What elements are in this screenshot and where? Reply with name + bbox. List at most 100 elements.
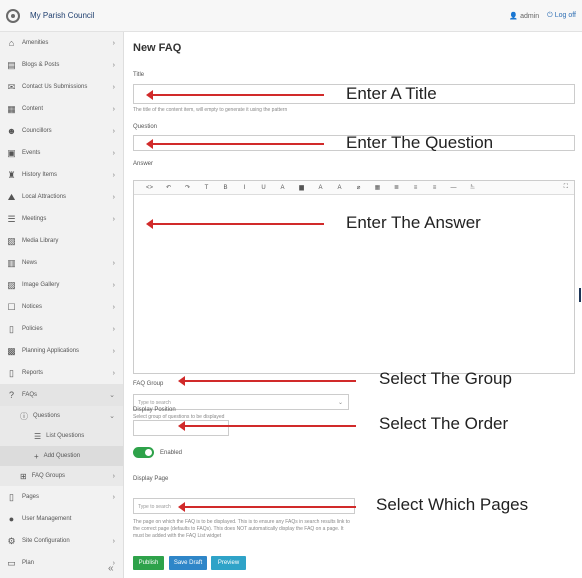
display-page-placeholder: Type to search (138, 504, 171, 510)
site-logo-icon[interactable] (6, 8, 20, 23)
pages-arrow (178, 502, 356, 512)
chevron-right-icon: › (112, 193, 115, 201)
publish-button[interactable]: Publish (133, 556, 164, 570)
sidebar-item-media[interactable]: ▧ Media Library (0, 230, 123, 252)
display-page-help: The page on which the FAQ is to be displ… (133, 519, 350, 539)
sidebar-item-list-questions[interactable]: ☰ List Questions (0, 426, 123, 446)
display-page-label: Display Page (133, 476, 169, 482)
groups-icon: ⊞ (20, 471, 27, 481)
sidebar-item-label: History Items (22, 172, 58, 178)
sidebar: ⌂ Amenities › ▤ Blogs & Posts › ✉ Contact Us … (0, 32, 124, 578)
bold-icon[interactable]: B (216, 185, 235, 191)
paragraph-format-icon[interactable]: T (197, 185, 216, 191)
site-title[interactable]: My Parish Council (30, 11, 94, 20)
sidebar-item-label: Add Question (43, 453, 81, 459)
sidebar-item-attractions[interactable]: ⛰ Local Attractions › (0, 186, 123, 208)
sidebar-item-config[interactable]: ⚙ Site Configuration › (0, 530, 123, 552)
content-icon: ▦ (7, 103, 16, 114)
news-icon: ▥ (7, 257, 16, 268)
chevron-down-icon: ⌄ (337, 400, 343, 406)
sidebar-item-notices[interactable]: ☐ Notices › (0, 296, 123, 318)
answer-editor[interactable]: <> ↶ ↷ T B I U A ▆ A A ⌀ ▦ ≣ ≡ ≡ — ⎁ ⛶ (133, 180, 575, 374)
question-arrow (146, 139, 324, 149)
sidebar-item-blogs[interactable]: ▤ Blogs & Posts › (0, 54, 123, 76)
sidebar-item-label: Reports (22, 370, 44, 376)
table-icon[interactable]: ▦ (368, 184, 387, 191)
user-link[interactable]: 👤 admin (509, 12, 539, 20)
answer-arrow (146, 219, 324, 229)
chevron-down-icon: ⌄ (109, 413, 115, 420)
chevron-right-icon: › (112, 537, 115, 545)
user-name: admin (520, 12, 540, 20)
user-menu: 👤 admin ⏻ Log off (509, 12, 576, 20)
gallery-icon: ▨ (7, 279, 16, 290)
superscript-icon[interactable]: A (311, 185, 330, 191)
sidebar-item-faqs[interactable]: ? FAQs ⌄ (0, 384, 123, 406)
logout-link[interactable]: ⏻ Log off (547, 12, 576, 20)
chevron-right-icon: › (112, 39, 115, 47)
logout-icon: ⏻ (547, 11, 553, 19)
top-bar: My Parish Council 👤 admin ⏻ Log off (0, 0, 582, 32)
clear-format-icon[interactable]: ⎁ (463, 184, 482, 191)
chevron-right-icon: › (112, 105, 115, 113)
chevron-right-icon: › (112, 347, 115, 355)
sidebar-item-label: Meetings (22, 216, 47, 222)
sidebar-item-label: Local Attractions (22, 194, 67, 200)
order-arrow (178, 421, 356, 431)
fullscreen-icon[interactable]: ⛶ (564, 184, 568, 191)
question-label: Question (133, 124, 158, 130)
sidebar-item-plan[interactable]: ▭ Plan › (0, 552, 123, 574)
group-arrow (178, 376, 356, 386)
code-view-icon[interactable]: <> (140, 185, 159, 191)
bullet-list-icon[interactable]: ≡ (406, 185, 425, 191)
annotation-question: Enter The Question (346, 133, 494, 152)
underline-icon[interactable]: U (254, 185, 273, 191)
config-icon: ⚙ (7, 535, 16, 546)
sidebar-item-contact[interactable]: ✉ Contact Us Submissions › (0, 76, 123, 98)
highlight-icon[interactable]: ▆ (292, 184, 311, 191)
sidebar-item-add-question[interactable]: + Add Question (0, 446, 123, 466)
sidebar-item-label: News (22, 260, 38, 266)
info-icon: ⓘ (20, 411, 28, 421)
title-arrow (146, 90, 324, 100)
save-draft-button[interactable]: Save Draft (169, 556, 207, 570)
enabled-toggle[interactable] (133, 447, 154, 458)
sidebar-item-label: Contact Us Submissions (22, 84, 88, 90)
sidebar-item-amenities[interactable]: ⌂ Amenities › (0, 32, 123, 54)
sidebar-item-policies[interactable]: ▯ Policies › (0, 318, 123, 340)
sidebar-item-content[interactable]: ▦ Content › (0, 98, 123, 120)
annotation-answer: Enter The Answer (346, 213, 481, 232)
sidebar-item-news[interactable]: ▥ News › (0, 252, 123, 274)
horizontal-rule-icon[interactable]: — (444, 185, 463, 191)
sidebar-item-users[interactable]: ● User Management (0, 508, 123, 530)
sidebar-item-history[interactable]: ♜ History Items › (0, 164, 123, 186)
sidebar-item-label: FAQs (22, 392, 38, 398)
sidebar-item-pages[interactable]: ▯ Pages › (0, 486, 123, 508)
question-icon: ? (8, 389, 14, 400)
link-icon[interactable]: ⌀ (349, 184, 368, 191)
attractions-icon: ⛰ (7, 191, 16, 202)
sidebar-item-events[interactable]: ▣ Events › (0, 142, 123, 164)
italic-icon[interactable]: I (235, 185, 254, 191)
user-icon: 👤 (509, 12, 519, 20)
undo-icon[interactable]: ↶ (159, 184, 178, 191)
user-icon: ● (8, 513, 15, 524)
chevron-right-icon: › (112, 369, 115, 377)
align-icon[interactable]: ≣ (387, 184, 406, 191)
sidebar-item-reports[interactable]: ▯ Reports › (0, 362, 123, 384)
subscript-icon[interactable]: A (330, 185, 349, 191)
sidebar-item-faq-groups[interactable]: ⊞ FAQ Groups › (0, 466, 123, 486)
sidebar-item-councillors[interactable]: ☻ Councillors › (0, 120, 123, 142)
preview-button[interactable]: Preview (211, 556, 246, 570)
display-position-label: Display Position (133, 407, 176, 413)
numbered-list-icon[interactable]: ≡ (425, 185, 444, 191)
sidebar-item-questions[interactable]: ⓘ Questions ⌄ (0, 406, 123, 426)
sidebar-item-planning[interactable]: ▩ Planning Applications › (0, 340, 123, 362)
font-color-icon[interactable]: A (273, 185, 292, 191)
planning-icon: ▩ (7, 345, 16, 356)
sidebar-item-label: Site Configuration (22, 538, 70, 544)
sidebar-item-meetings[interactable]: ☰ Meetings › (0, 208, 123, 230)
sidebar-item-gallery[interactable]: ▨ Image Gallery › (0, 274, 123, 296)
redo-icon[interactable]: ↷ (178, 184, 197, 191)
collapse-sidebar-icon[interactable]: « (108, 563, 114, 574)
